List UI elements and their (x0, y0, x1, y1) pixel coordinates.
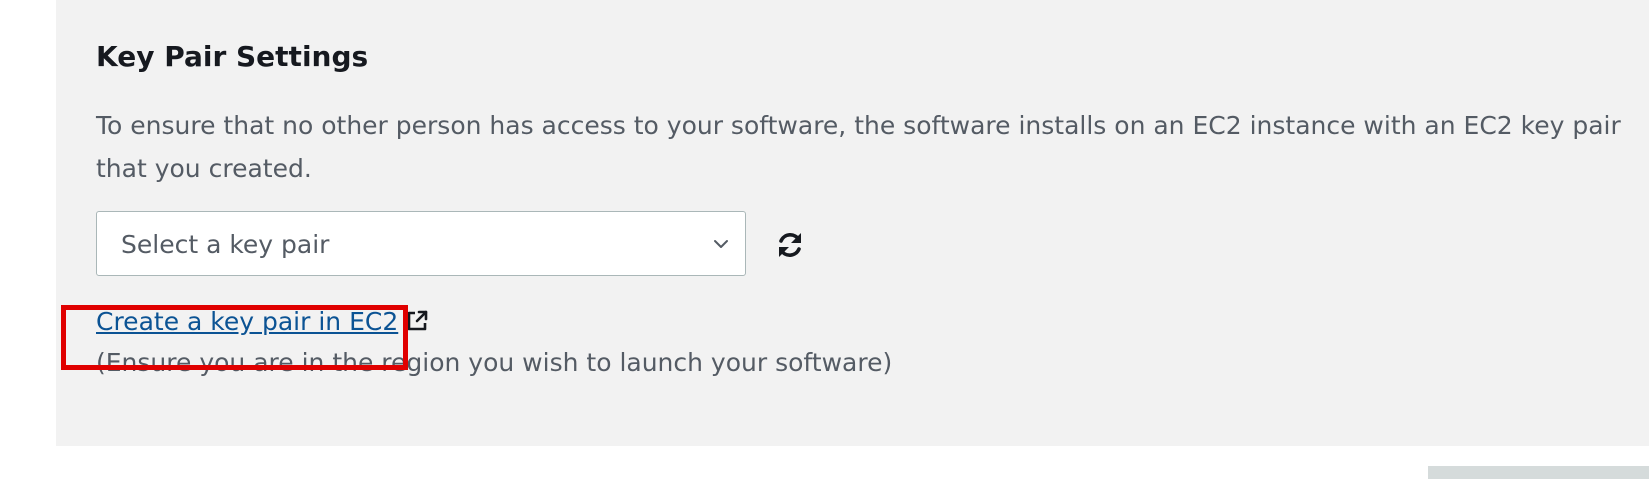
key-pair-select-placeholder: Select a key pair (121, 230, 330, 259)
refresh-icon[interactable] (774, 229, 806, 261)
footer-button-edge (1428, 466, 1649, 479)
chevron-down-icon (714, 240, 728, 248)
create-key-pair-link[interactable]: Create a key pair in EC2 (96, 307, 398, 336)
external-link-icon[interactable] (404, 308, 430, 334)
region-note: (Ensure you are in the region you wish t… (96, 348, 893, 377)
key-pair-select[interactable]: Select a key pair (96, 211, 746, 276)
section-title: Key Pair Settings (96, 40, 369, 73)
create-key-pair-link-row: Create a key pair in EC2 (96, 303, 430, 339)
section-description: To ensure that no other person has acces… (96, 111, 1621, 183)
